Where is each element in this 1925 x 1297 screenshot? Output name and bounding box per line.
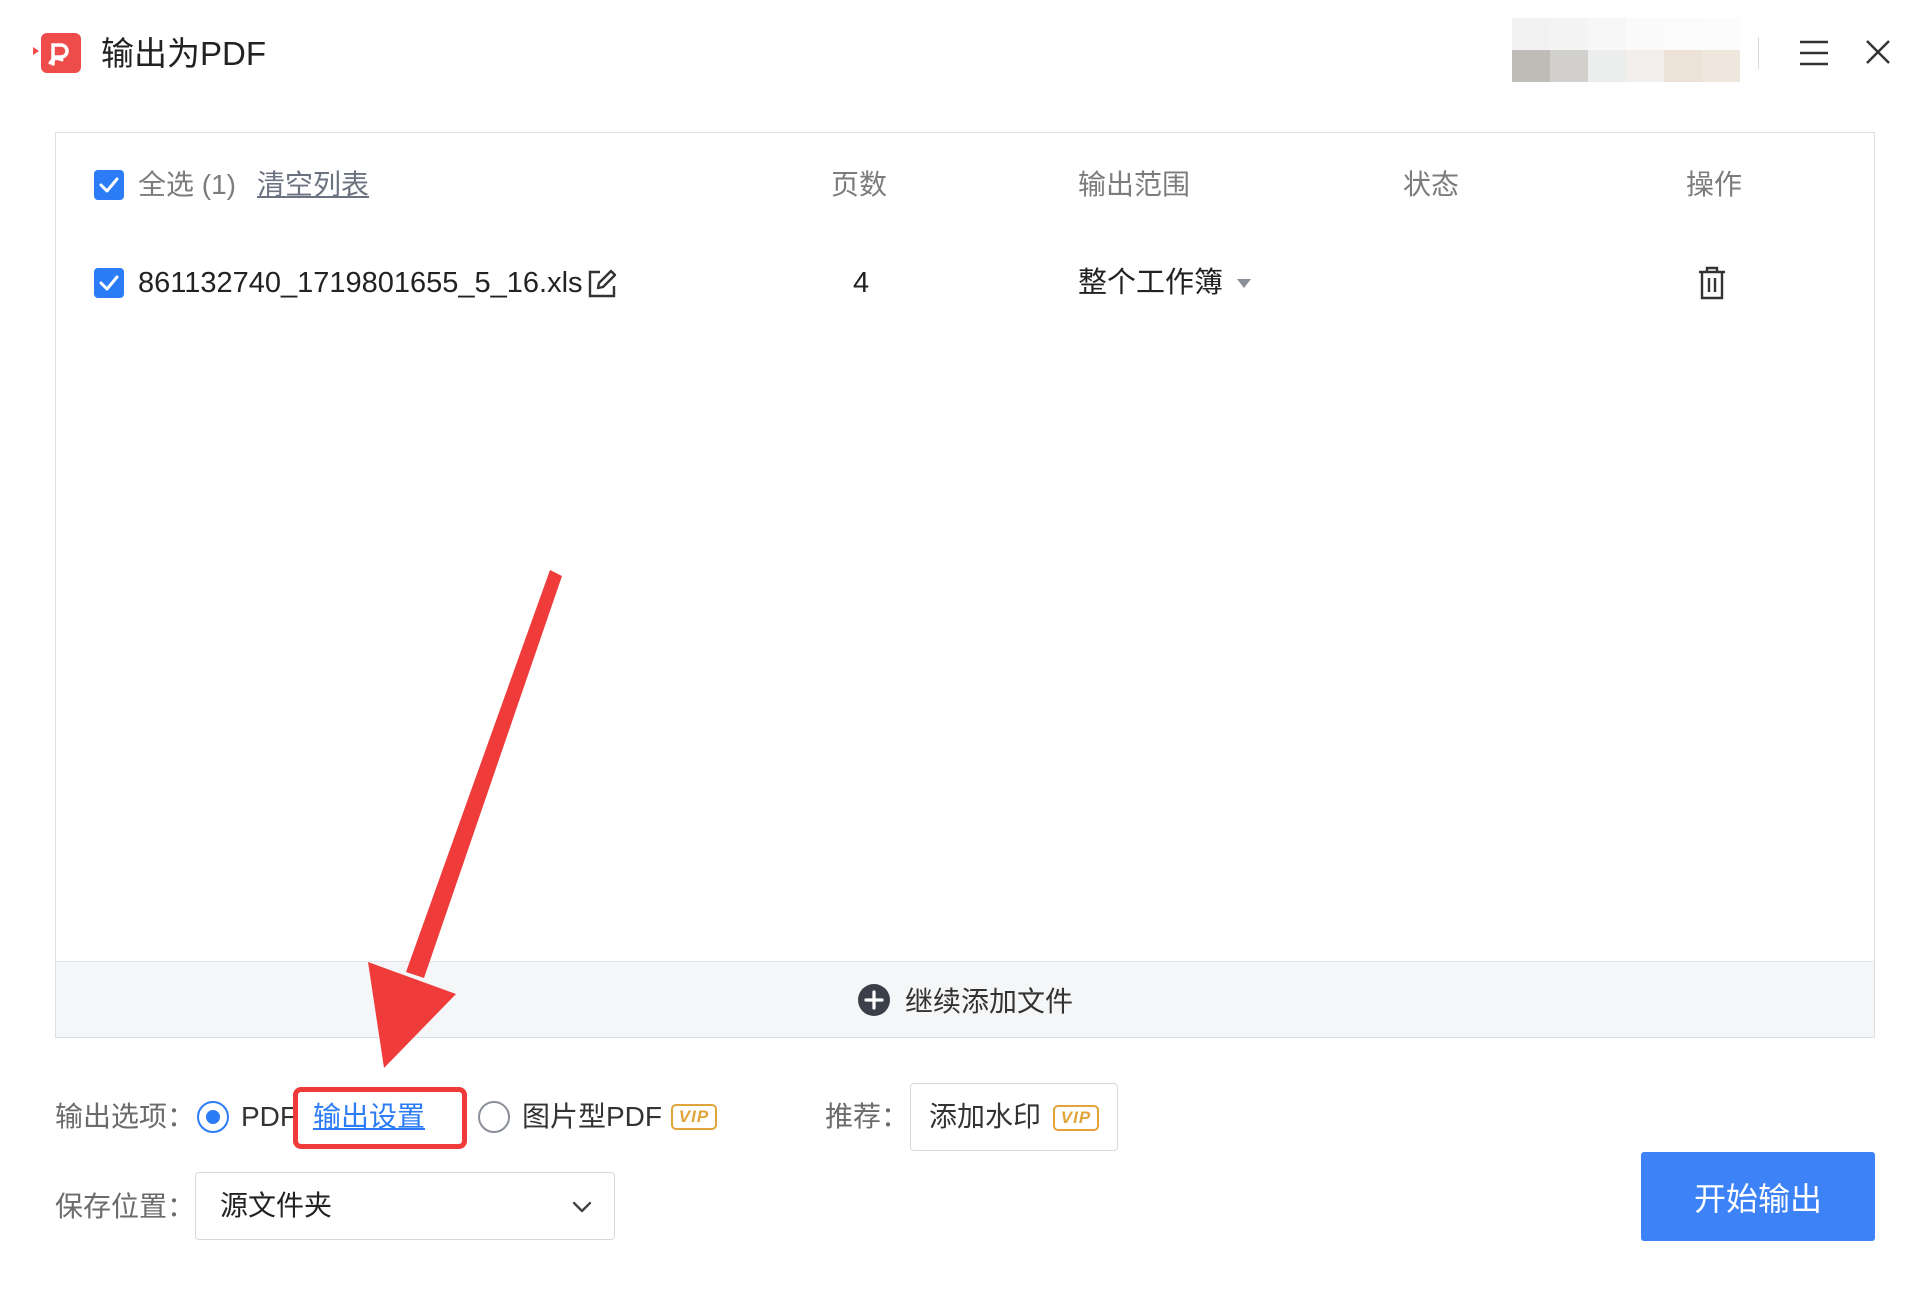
pdf-radio-label[interactable]: PDF: [241, 1099, 297, 1135]
title-bar-divider: [1758, 37, 1759, 69]
hamburger-menu-icon[interactable]: [1796, 38, 1832, 68]
column-header-status: 状态: [1403, 169, 1460, 200]
file-row: 861132740_1719801655_5_16.xls 4 整个工作簿: [56, 265, 1874, 325]
add-more-files-button[interactable]: 继续添加文件: [56, 961, 1874, 1037]
plus-circle-icon: [857, 983, 890, 1016]
pdf-radio[interactable]: [197, 1101, 229, 1133]
clear-list-link[interactable]: 清空列表: [257, 167, 369, 203]
file-name: 861132740_1719801655_5_16.xls: [138, 267, 583, 299]
file-list-panel: 全选 (1) 清空列表 页数 输出范围 状态 操作 861132740_1719…: [55, 132, 1875, 1038]
chevron-down-icon: [572, 1201, 592, 1213]
select-all-checkbox[interactable]: [94, 170, 124, 200]
save-location-label: 保存位置：: [55, 1191, 196, 1222]
vip-badge: VIP: [671, 1104, 717, 1130]
select-all-label: 全选 (1): [138, 169, 237, 200]
column-header-actions: 操作: [1686, 169, 1743, 200]
save-location-dropdown[interactable]: 源文件夹: [195, 1172, 615, 1240]
output-range-dropdown[interactable]: 整个工作簿: [1078, 265, 1252, 301]
column-header-pages: 页数: [831, 169, 888, 200]
user-avatar[interactable]: [1512, 18, 1740, 82]
trash-icon[interactable]: [1696, 265, 1728, 301]
save-location-value: 源文件夹: [220, 1190, 333, 1221]
add-watermark-label: 添加水印: [929, 1101, 1042, 1132]
file-page-count: 4: [853, 267, 870, 299]
caret-down-icon: [1237, 278, 1252, 288]
edit-icon[interactable]: [586, 268, 618, 300]
image-pdf-radio[interactable]: [478, 1101, 510, 1133]
output-settings-link[interactable]: 输出设置: [313, 1099, 425, 1135]
title-bar: 输出为PDF: [0, 0, 1925, 110]
recommend-label: 推荐：: [825, 1101, 910, 1132]
vip-badge: VIP: [1053, 1105, 1099, 1131]
add-more-files-label: 继续添加文件: [904, 985, 1073, 1017]
pdf-app-logo-icon: [33, 33, 83, 75]
start-output-button[interactable]: 开始输出: [1641, 1152, 1875, 1241]
column-header-range: 输出范围: [1078, 169, 1191, 200]
add-watermark-button[interactable]: 添加水印 VIP: [910, 1083, 1118, 1151]
file-row-checkbox[interactable]: [94, 268, 124, 298]
output-range-value: 整个工作簿: [1078, 267, 1224, 299]
output-options-label: 输出选项：: [55, 1101, 196, 1132]
window-title: 输出为PDF: [101, 35, 266, 72]
close-icon[interactable]: [1860, 34, 1896, 70]
image-pdf-radio-label[interactable]: 图片型PDF: [522, 1099, 662, 1135]
file-list-header: 全选 (1) 清空列表 页数 输出范围 状态 操作: [56, 133, 1874, 233]
